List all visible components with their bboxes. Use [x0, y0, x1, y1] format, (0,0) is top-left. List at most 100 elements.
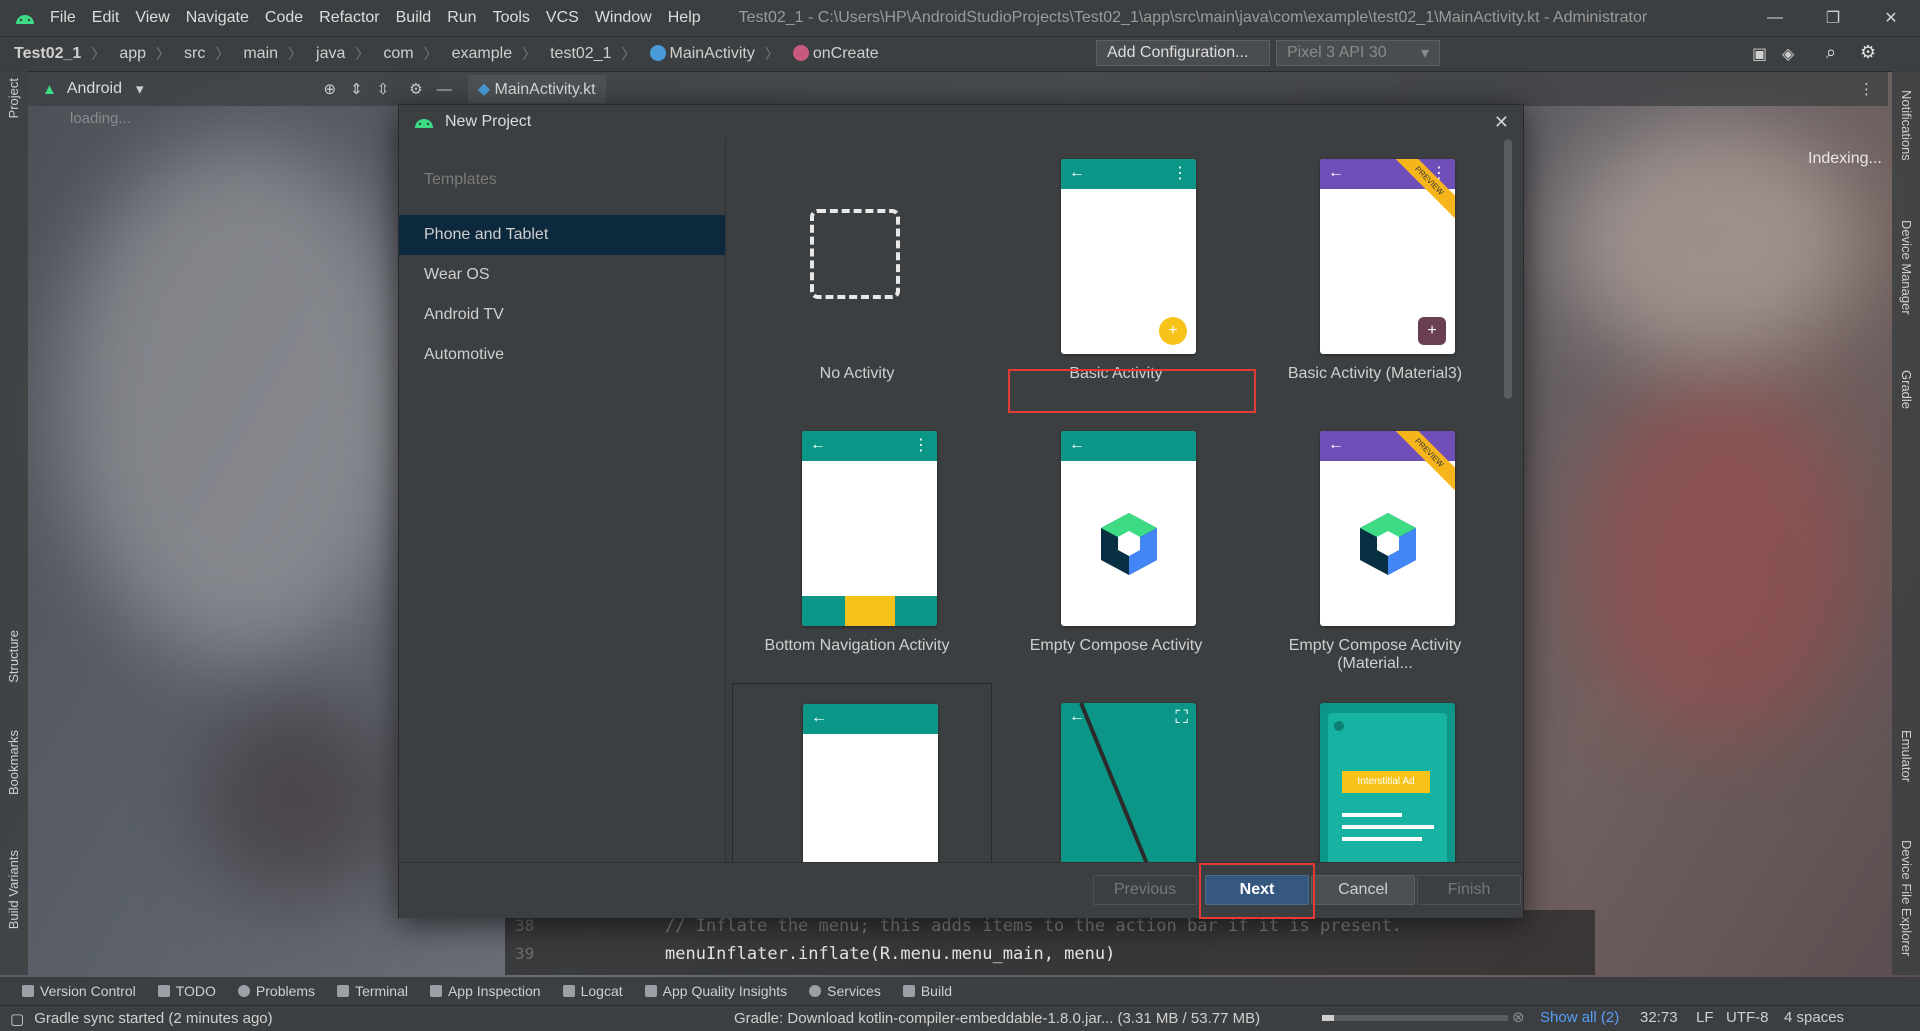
- options-gear-icon[interactable]: ⚙: [409, 80, 422, 98]
- breadcrumb-example[interactable]: example: [452, 45, 512, 63]
- code-editor[interactable]: 38 // Inflate the menu; this adds items …: [505, 910, 1595, 975]
- diagonal-stripe-icon: [1079, 703, 1149, 862]
- status-box-icon: ▢: [10, 1010, 25, 1028]
- version-control-tab[interactable]: Version Control: [22, 983, 136, 999]
- emulator-tool-tab[interactable]: Emulator: [1899, 730, 1914, 782]
- close-dialog-icon[interactable]: ✕: [1494, 112, 1509, 133]
- device-manager-tool-tab[interactable]: Device Manager: [1899, 220, 1914, 315]
- category-automotive[interactable]: Automotive: [399, 335, 725, 375]
- maximize-icon[interactable]: ❐: [1810, 0, 1856, 36]
- cancel-button[interactable]: Cancel: [1311, 875, 1415, 905]
- caret-position[interactable]: 32:73: [1640, 1009, 1678, 1026]
- problems-tab[interactable]: Problems: [237, 983, 315, 999]
- device-selector[interactable]: Pixel 3 API 30 ▾: [1276, 40, 1440, 66]
- breadcrumb-java[interactable]: java: [316, 45, 345, 63]
- finish-button[interactable]: Finish: [1417, 875, 1521, 905]
- menu-tools[interactable]: Tools: [493, 9, 530, 27]
- back-arrow-icon: ←: [1069, 164, 1085, 181]
- gradle-sync-status[interactable]: Gradle sync started (2 minutes ago): [34, 1010, 272, 1027]
- app-bar: ← ⋮: [802, 431, 937, 461]
- add-configuration-button[interactable]: Add Configuration...: [1096, 40, 1270, 66]
- editor-tab-mainactivity[interactable]: ◆ MainActivity.kt: [467, 75, 606, 103]
- category-android-tv[interactable]: Android TV: [399, 295, 725, 335]
- empty-compose-preview: ←: [1061, 431, 1196, 626]
- template-label: Bottom Navigation Activity: [764, 637, 950, 654]
- breadcrumb-method[interactable]: onCreate: [792, 45, 879, 63]
- structure-tool-tab[interactable]: Structure: [6, 630, 21, 683]
- project-tool-tab[interactable]: Project: [6, 78, 21, 118]
- overflow-menu-icon: ⋮: [1172, 165, 1188, 182]
- menu-vcs[interactable]: VCS: [546, 9, 579, 27]
- expand-all-icon[interactable]: ⇕: [350, 80, 363, 98]
- template-bottom-navigation[interactable]: ← ⋮ Bottom Navigation Activity: [732, 411, 982, 681]
- build-variants-tool-tab[interactable]: Build Variants: [6, 850, 21, 929]
- locate-icon[interactable]: ⊕: [324, 80, 337, 98]
- breadcrumb-class-label: MainActivity: [669, 45, 755, 62]
- menu-edit[interactable]: Edit: [92, 9, 120, 27]
- category-phone-tablet[interactable]: Phone and Tablet: [399, 215, 725, 255]
- notifications-tool-tab[interactable]: Notifications: [1899, 90, 1914, 161]
- project-loading-text: loading...: [70, 110, 131, 127]
- minimize-icon[interactable]: —: [1752, 0, 1798, 36]
- search-icon[interactable]: ⌕: [1826, 42, 1836, 63]
- cancel-download-icon[interactable]: ⊗: [1512, 1008, 1525, 1026]
- close-window-icon[interactable]: ✕: [1868, 0, 1914, 36]
- app-bar: ←: [803, 704, 938, 734]
- chevron-right-icon: 〉: [156, 46, 171, 62]
- gradle-tool-tab[interactable]: Gradle: [1899, 370, 1914, 409]
- menu-refactor[interactable]: Refactor: [319, 9, 379, 27]
- sdk-manager-icon[interactable]: ◈: [1782, 44, 1794, 64]
- app-quality-insights-tab[interactable]: App Quality Insights: [644, 983, 787, 999]
- template-scrollbar[interactable]: [1504, 139, 1512, 399]
- logcat-tab[interactable]: Logcat: [562, 983, 623, 999]
- template-fullscreen-activity[interactable]: ← ⛶: [991, 683, 1241, 862]
- breadcrumb-package[interactable]: test02_1: [550, 45, 611, 63]
- template-basic-activity-material3[interactable]: ← ⋮ PREVIEW + Basic Activity (Material3): [1250, 139, 1500, 409]
- download-progress-bar: [1322, 1015, 1508, 1021]
- device-manager-icon[interactable]: ▣: [1752, 44, 1767, 64]
- menu-build[interactable]: Build: [396, 9, 432, 27]
- terminal-tab[interactable]: Terminal: [337, 983, 408, 999]
- breadcrumb-project[interactable]: Test02_1: [14, 45, 81, 63]
- hide-panel-icon[interactable]: —: [437, 81, 452, 98]
- menu-run[interactable]: Run: [447, 9, 476, 27]
- method-icon: [792, 45, 809, 61]
- fab-add-icon: +: [1418, 317, 1446, 345]
- template-no-activity[interactable]: No Activity: [732, 139, 982, 409]
- bookmarks-tool-tab[interactable]: Bookmarks: [6, 730, 21, 795]
- dropdown-arrow-icon[interactable]: ▾: [136, 80, 144, 98]
- more-options-icon[interactable]: ⋮: [1859, 80, 1874, 98]
- back-arrow-icon: ←: [1328, 436, 1344, 453]
- menu-help[interactable]: Help: [668, 9, 701, 27]
- menu-code[interactable]: Code: [265, 9, 303, 27]
- download-progress-fill: [1322, 1015, 1334, 1021]
- empty-placeholder-icon: [810, 209, 900, 299]
- previous-button[interactable]: Previous: [1093, 875, 1197, 905]
- category-wear-os[interactable]: Wear OS: [399, 255, 725, 295]
- services-tab[interactable]: Services: [809, 983, 881, 999]
- breadcrumb-class[interactable]: MainActivity: [649, 45, 755, 63]
- template-empty-compose-material3[interactable]: ← PREVIEW Empty Compose Activity (Materi…: [1250, 411, 1500, 681]
- todo-tab[interactable]: TODO: [157, 983, 216, 999]
- collapse-all-icon[interactable]: ⇳: [377, 80, 390, 98]
- breadcrumb-src[interactable]: src: [184, 45, 205, 63]
- template-empty-compose[interactable]: ← Empty Compose Activity: [991, 411, 1241, 681]
- template-empty-views-activity[interactable]: ←: [732, 683, 992, 862]
- breadcrumb-main[interactable]: main: [243, 45, 278, 63]
- indent-setting[interactable]: 4 spaces: [1784, 1009, 1844, 1026]
- file-encoding[interactable]: UTF-8: [1726, 1009, 1769, 1026]
- app-inspection-tab[interactable]: App Inspection: [429, 983, 541, 999]
- build-tab[interactable]: Build: [902, 983, 952, 999]
- breadcrumb-app[interactable]: app: [119, 45, 146, 63]
- device-file-explorer-tool-tab[interactable]: Device File Explorer: [1899, 840, 1914, 956]
- breadcrumb-com[interactable]: com: [383, 45, 413, 63]
- template-interstitial-ad[interactable]: Interstitial Ad: [1250, 683, 1500, 862]
- menu-navigate[interactable]: Navigate: [186, 9, 249, 27]
- project-view-selector[interactable]: Android: [67, 80, 122, 98]
- settings-gear-icon[interactable]: ⚙: [1860, 42, 1876, 63]
- show-all-link[interactable]: Show all (2): [1540, 1009, 1619, 1026]
- menu-file[interactable]: File: [50, 9, 76, 27]
- menu-view[interactable]: View: [135, 9, 169, 27]
- menu-window[interactable]: Window: [595, 9, 652, 27]
- line-separator[interactable]: LF: [1696, 1009, 1714, 1026]
